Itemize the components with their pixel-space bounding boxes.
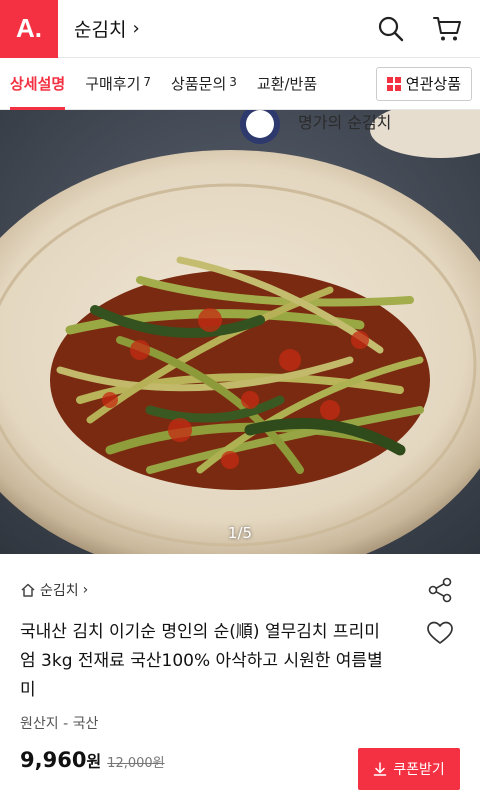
product-photo: 명가의 순김치 xyxy=(0,110,480,554)
breadcrumb-shop: 순김치 xyxy=(40,583,79,599)
product-image-carousel[interactable]: 명가의 순김치 1/5 xyxy=(0,110,480,554)
product-info: 순김치 › 국내산 김치 이기순 명인의 순(順) 열무김치 프리미엄 3kg … xyxy=(0,554,480,800)
tab-label: 상품문의 xyxy=(171,74,227,93)
tab-reviews[interactable]: 구매후기 7 xyxy=(75,58,161,110)
related-products-label: 연관상품 xyxy=(405,75,461,93)
coupon-label: 쿠폰받기 xyxy=(393,762,445,778)
download-icon xyxy=(373,762,387,776)
heart-icon[interactable] xyxy=(426,620,454,650)
home-icon xyxy=(21,583,35,597)
price-unit: 원 xyxy=(86,752,102,771)
origin-text: 원산지 - 국산 xyxy=(20,716,99,732)
brand-overlay-text: 명가의 순김치 xyxy=(298,113,391,132)
price-value: 9,960 xyxy=(20,748,87,772)
grid-icon xyxy=(386,76,401,91)
get-coupon-button[interactable]: 쿠폰받기 xyxy=(358,748,460,790)
tab-count: 3 xyxy=(229,74,237,89)
tab-label: 상세설명 xyxy=(10,74,66,93)
original-price: 12,000원 xyxy=(107,756,165,771)
price-row: 9,960원 12,000원 xyxy=(20,748,165,772)
related-products-button[interactable]: 연관상품 xyxy=(375,66,472,101)
header-actions xyxy=(374,12,480,46)
chevron-right-icon: › xyxy=(132,18,140,39)
tab-inquiries[interactable]: 상품문의 3 xyxy=(161,58,247,110)
breadcrumb[interactable]: 순김치 › xyxy=(20,580,88,600)
top-header: A. 순김치 › xyxy=(0,0,480,58)
shop-name: 순김치 xyxy=(74,19,127,41)
shop-title-link[interactable]: 순김치 › xyxy=(74,15,140,42)
search-icon[interactable] xyxy=(374,12,408,46)
cart-icon[interactable] xyxy=(430,12,464,46)
tab-label: 교환/반품 xyxy=(256,74,318,93)
tab-details[interactable]: 상세설명 xyxy=(0,58,75,110)
app-logo[interactable]: A. xyxy=(0,0,58,58)
product-tabs: 상세설명 구매후기 7 상품문의 3 교환/반품 연관상품 xyxy=(0,58,480,110)
tab-label: 구매후기 xyxy=(85,74,141,93)
sale-price: 9,960원 xyxy=(20,748,101,772)
tab-count: 7 xyxy=(143,74,152,89)
product-title: 국내산 김치 이기순 명인의 순(順) 열무김치 프리미엄 3kg 전재료 국산… xyxy=(20,622,383,700)
share-icon[interactable] xyxy=(426,576,454,608)
tab-exchange-return[interactable]: 교환/반품 xyxy=(247,58,327,110)
image-counter: 1/5 xyxy=(227,524,253,542)
chevron-right-icon: › xyxy=(82,582,89,598)
logo-text: A. xyxy=(16,13,42,43)
